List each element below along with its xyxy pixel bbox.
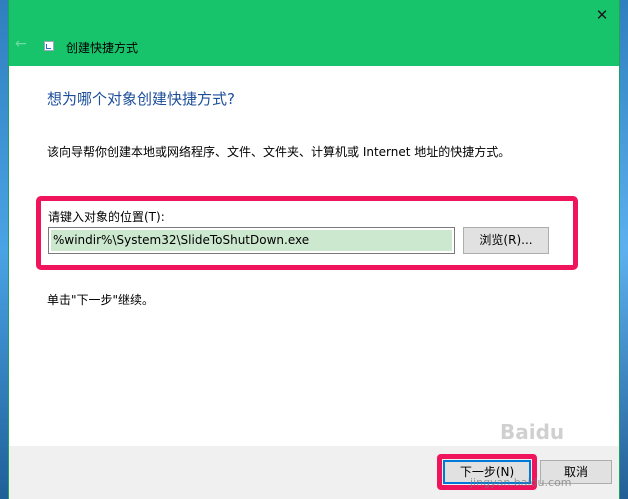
continue-hint: 单击"下一步"继续。 <box>47 293 155 307</box>
watermark-url: jingyan.baidu.com <box>470 476 572 489</box>
back-arrow-icon[interactable]: ← <box>15 36 31 52</box>
desktop-background-left <box>0 0 8 499</box>
page-heading: 想为哪个对象创建快捷方式? <box>47 90 235 108</box>
window-title: 创建快捷方式 <box>66 41 139 55</box>
watermark-logo: Baidu <box>500 420 565 444</box>
wizard-description: 该向导帮你创建本地或网络程序、文件、文件夹、计算机或 Internet 地址的快… <box>47 145 511 159</box>
shortcut-icon <box>44 41 54 51</box>
title-bar: ✕ ← 创建快捷方式 <box>9 0 619 66</box>
desktop-background-right <box>620 0 628 499</box>
close-icon[interactable]: ✕ <box>591 4 613 26</box>
annotation-highlight-location <box>36 196 578 270</box>
